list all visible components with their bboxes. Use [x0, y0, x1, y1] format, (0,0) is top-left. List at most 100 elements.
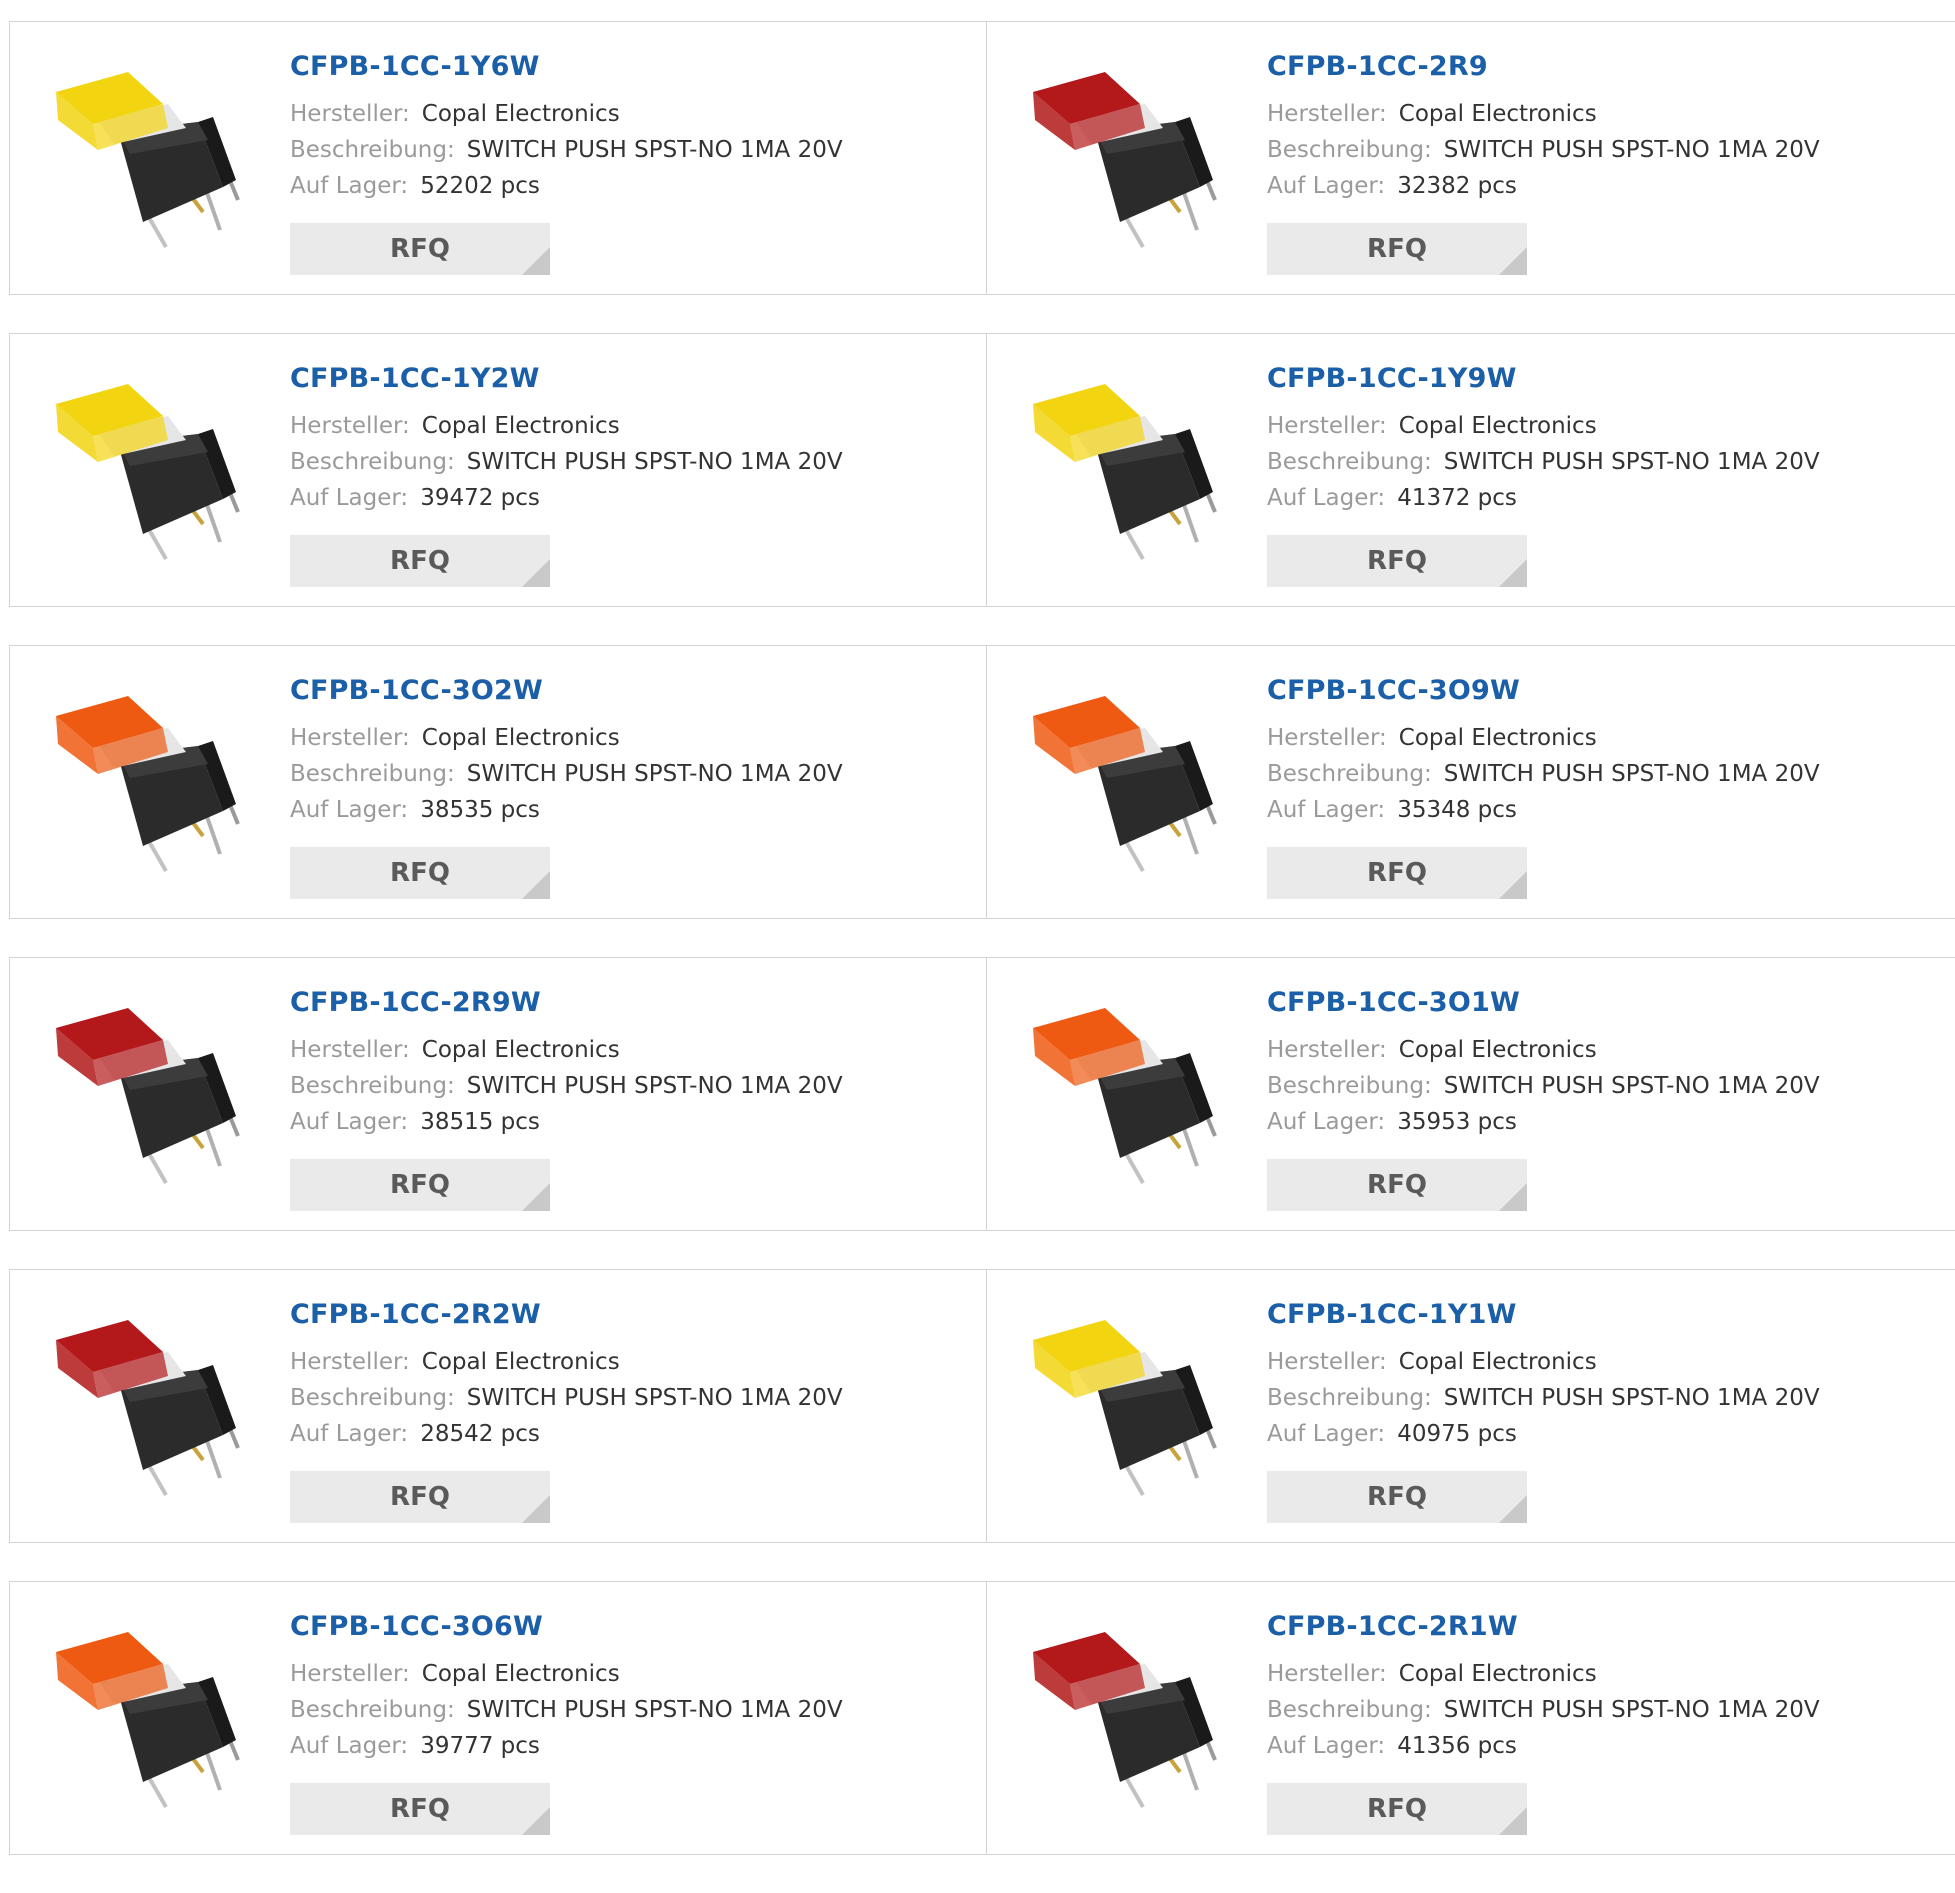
description-row: Beschreibung: SWITCH PUSH SPST-NO 1MA 20V: [290, 1692, 843, 1728]
rfq-button[interactable]: RFQ: [1267, 223, 1527, 275]
rfq-button[interactable]: RFQ: [290, 535, 550, 587]
product-image[interactable]: [1025, 686, 1225, 876]
rfq-button[interactable]: RFQ: [290, 1471, 550, 1523]
rfq-label: RFQ: [1367, 1170, 1427, 1200]
description-value: SWITCH PUSH SPST-NO 1MA 20V: [466, 449, 843, 475]
product-title-link[interactable]: CFPB-1CC-1Y1W: [1267, 1298, 1820, 1332]
corner-fold-icon: [522, 1183, 550, 1211]
product-title-link[interactable]: CFPB-1CC-3O2W: [290, 674, 843, 708]
manufacturer-label: Hersteller:: [290, 101, 410, 127]
description-row: Beschreibung: SWITCH PUSH SPST-NO 1MA 20V: [1267, 1068, 1820, 1104]
product-title-link[interactable]: CFPB-1CC-1Y2W: [290, 362, 843, 396]
product-info: CFPB-1CC-3O1W Hersteller: Copal Electroni…: [1267, 986, 1820, 1140]
manufacturer-label: Hersteller:: [1267, 1661, 1387, 1687]
product-info: CFPB-1CC-2R9 Hersteller: Copal Electronic…: [1267, 50, 1820, 204]
description-value: SWITCH PUSH SPST-NO 1MA 20V: [466, 1385, 843, 1411]
manufacturer-label: Hersteller:: [1267, 1037, 1387, 1063]
rfq-button[interactable]: RFQ: [1267, 1783, 1527, 1835]
manufacturer-row: Hersteller: Copal Electronics: [290, 96, 843, 132]
rfq-button[interactable]: RFQ: [290, 847, 550, 899]
product-card: CFPB-1CC-1Y6W Hersteller: Copal Electroni…: [9, 21, 987, 295]
manufacturer-value: Copal Electronics: [421, 1661, 620, 1687]
stock-label: Auf Lager:: [290, 797, 409, 823]
rfq-button[interactable]: RFQ: [290, 1783, 550, 1835]
rfq-button[interactable]: RFQ: [290, 1159, 550, 1211]
manufacturer-label: Hersteller:: [290, 1349, 410, 1375]
product-title-link[interactable]: CFPB-1CC-2R9W: [290, 986, 843, 1020]
stock-row: Auf Lager: 39472 pcs: [290, 480, 843, 516]
description-row: Beschreibung: SWITCH PUSH SPST-NO 1MA 20V: [1267, 1692, 1820, 1728]
product-title-link[interactable]: CFPB-1CC-1Y9W: [1267, 362, 1820, 396]
manufacturer-label: Hersteller:: [1267, 725, 1387, 751]
product-image[interactable]: [48, 686, 248, 876]
stock-label: Auf Lager:: [1267, 1109, 1386, 1135]
description-value: SWITCH PUSH SPST-NO 1MA 20V: [466, 1073, 843, 1099]
description-value: SWITCH PUSH SPST-NO 1MA 20V: [1443, 1073, 1820, 1099]
product-info: CFPB-1CC-2R2W Hersteller: Copal Electroni…: [290, 1298, 843, 1452]
rfq-button[interactable]: RFQ: [1267, 847, 1527, 899]
product-image[interactable]: [1025, 998, 1225, 1188]
product-grid: CFPB-1CC-1Y6W Hersteller: Copal Electroni…: [9, 21, 1955, 1893]
push-switch-red-icon: [1033, 72, 1217, 248]
description-value: SWITCH PUSH SPST-NO 1MA 20V: [1443, 1385, 1820, 1411]
stock-value: 38515 pcs: [420, 1109, 540, 1135]
product-image[interactable]: [48, 62, 248, 252]
manufacturer-label: Hersteller:: [1267, 101, 1387, 127]
description-label: Beschreibung:: [1267, 1073, 1432, 1099]
rfq-button[interactable]: RFQ: [1267, 1159, 1527, 1211]
corner-fold-icon: [522, 559, 550, 587]
description-label: Beschreibung:: [1267, 1385, 1432, 1411]
description-label: Beschreibung:: [290, 449, 455, 475]
stock-row: Auf Lager: 38515 pcs: [290, 1104, 843, 1140]
product-image[interactable]: [48, 998, 248, 1188]
push-switch-red-icon: [1033, 1632, 1217, 1808]
product-image[interactable]: [1025, 1622, 1225, 1812]
product-title-link[interactable]: CFPB-1CC-1Y6W: [290, 50, 843, 84]
product-image[interactable]: [1025, 62, 1225, 252]
stock-value: 28542 pcs: [420, 1421, 540, 1447]
stock-label: Auf Lager:: [1267, 1733, 1386, 1759]
stock-row: Auf Lager: 39777 pcs: [290, 1728, 843, 1764]
description-value: SWITCH PUSH SPST-NO 1MA 20V: [1443, 1697, 1820, 1723]
manufacturer-label: Hersteller:: [290, 413, 410, 439]
description-row: Beschreibung: SWITCH PUSH SPST-NO 1MA 20V: [1267, 756, 1820, 792]
corner-fold-icon: [522, 247, 550, 275]
rfq-button[interactable]: RFQ: [1267, 535, 1527, 587]
product-title-link[interactable]: CFPB-1CC-2R1W: [1267, 1610, 1820, 1644]
product-title-link[interactable]: CFPB-1CC-2R2W: [290, 1298, 843, 1332]
manufacturer-row: Hersteller: Copal Electronics: [290, 408, 843, 444]
stock-row: Auf Lager: 41356 pcs: [1267, 1728, 1820, 1764]
product-title-link[interactable]: CFPB-1CC-3O6W: [290, 1610, 843, 1644]
rfq-button[interactable]: RFQ: [1267, 1471, 1527, 1523]
stock-value: 39472 pcs: [420, 485, 540, 511]
product-info: CFPB-1CC-1Y9W Hersteller: Copal Electroni…: [1267, 362, 1820, 516]
stock-label: Auf Lager:: [290, 173, 409, 199]
rfq-label: RFQ: [390, 858, 450, 888]
product-info: CFPB-1CC-3O9W Hersteller: Copal Electroni…: [1267, 674, 1820, 828]
product-title-link[interactable]: CFPB-1CC-3O9W: [1267, 674, 1820, 708]
corner-fold-icon: [522, 1807, 550, 1835]
description-row: Beschreibung: SWITCH PUSH SPST-NO 1MA 20V: [1267, 132, 1820, 168]
product-image[interactable]: [48, 374, 248, 564]
product-info: CFPB-1CC-1Y6W Hersteller: Copal Electroni…: [290, 50, 843, 204]
stock-row: Auf Lager: 35348 pcs: [1267, 792, 1820, 828]
product-image[interactable]: [48, 1310, 248, 1500]
manufacturer-row: Hersteller: Copal Electronics: [290, 720, 843, 756]
product-card: CFPB-1CC-1Y2W Hersteller: Copal Electroni…: [9, 333, 987, 607]
stock-value: 32382 pcs: [1397, 173, 1517, 199]
manufacturer-row: Hersteller: Copal Electronics: [1267, 720, 1820, 756]
product-image[interactable]: [48, 1622, 248, 1812]
description-label: Beschreibung:: [1267, 761, 1432, 787]
product-image[interactable]: [1025, 374, 1225, 564]
stock-value: 39777 pcs: [420, 1733, 540, 1759]
manufacturer-value: Copal Electronics: [1398, 413, 1597, 439]
manufacturer-value: Copal Electronics: [1398, 1349, 1597, 1375]
rfq-button[interactable]: RFQ: [290, 223, 550, 275]
product-image[interactable]: [1025, 1310, 1225, 1500]
product-title-link[interactable]: CFPB-1CC-3O1W: [1267, 986, 1820, 1020]
product-title-link[interactable]: CFPB-1CC-2R9: [1267, 50, 1820, 84]
manufacturer-value: Copal Electronics: [421, 1037, 620, 1063]
manufacturer-value: Copal Electronics: [421, 101, 620, 127]
manufacturer-label: Hersteller:: [290, 725, 410, 751]
manufacturer-value: Copal Electronics: [421, 413, 620, 439]
